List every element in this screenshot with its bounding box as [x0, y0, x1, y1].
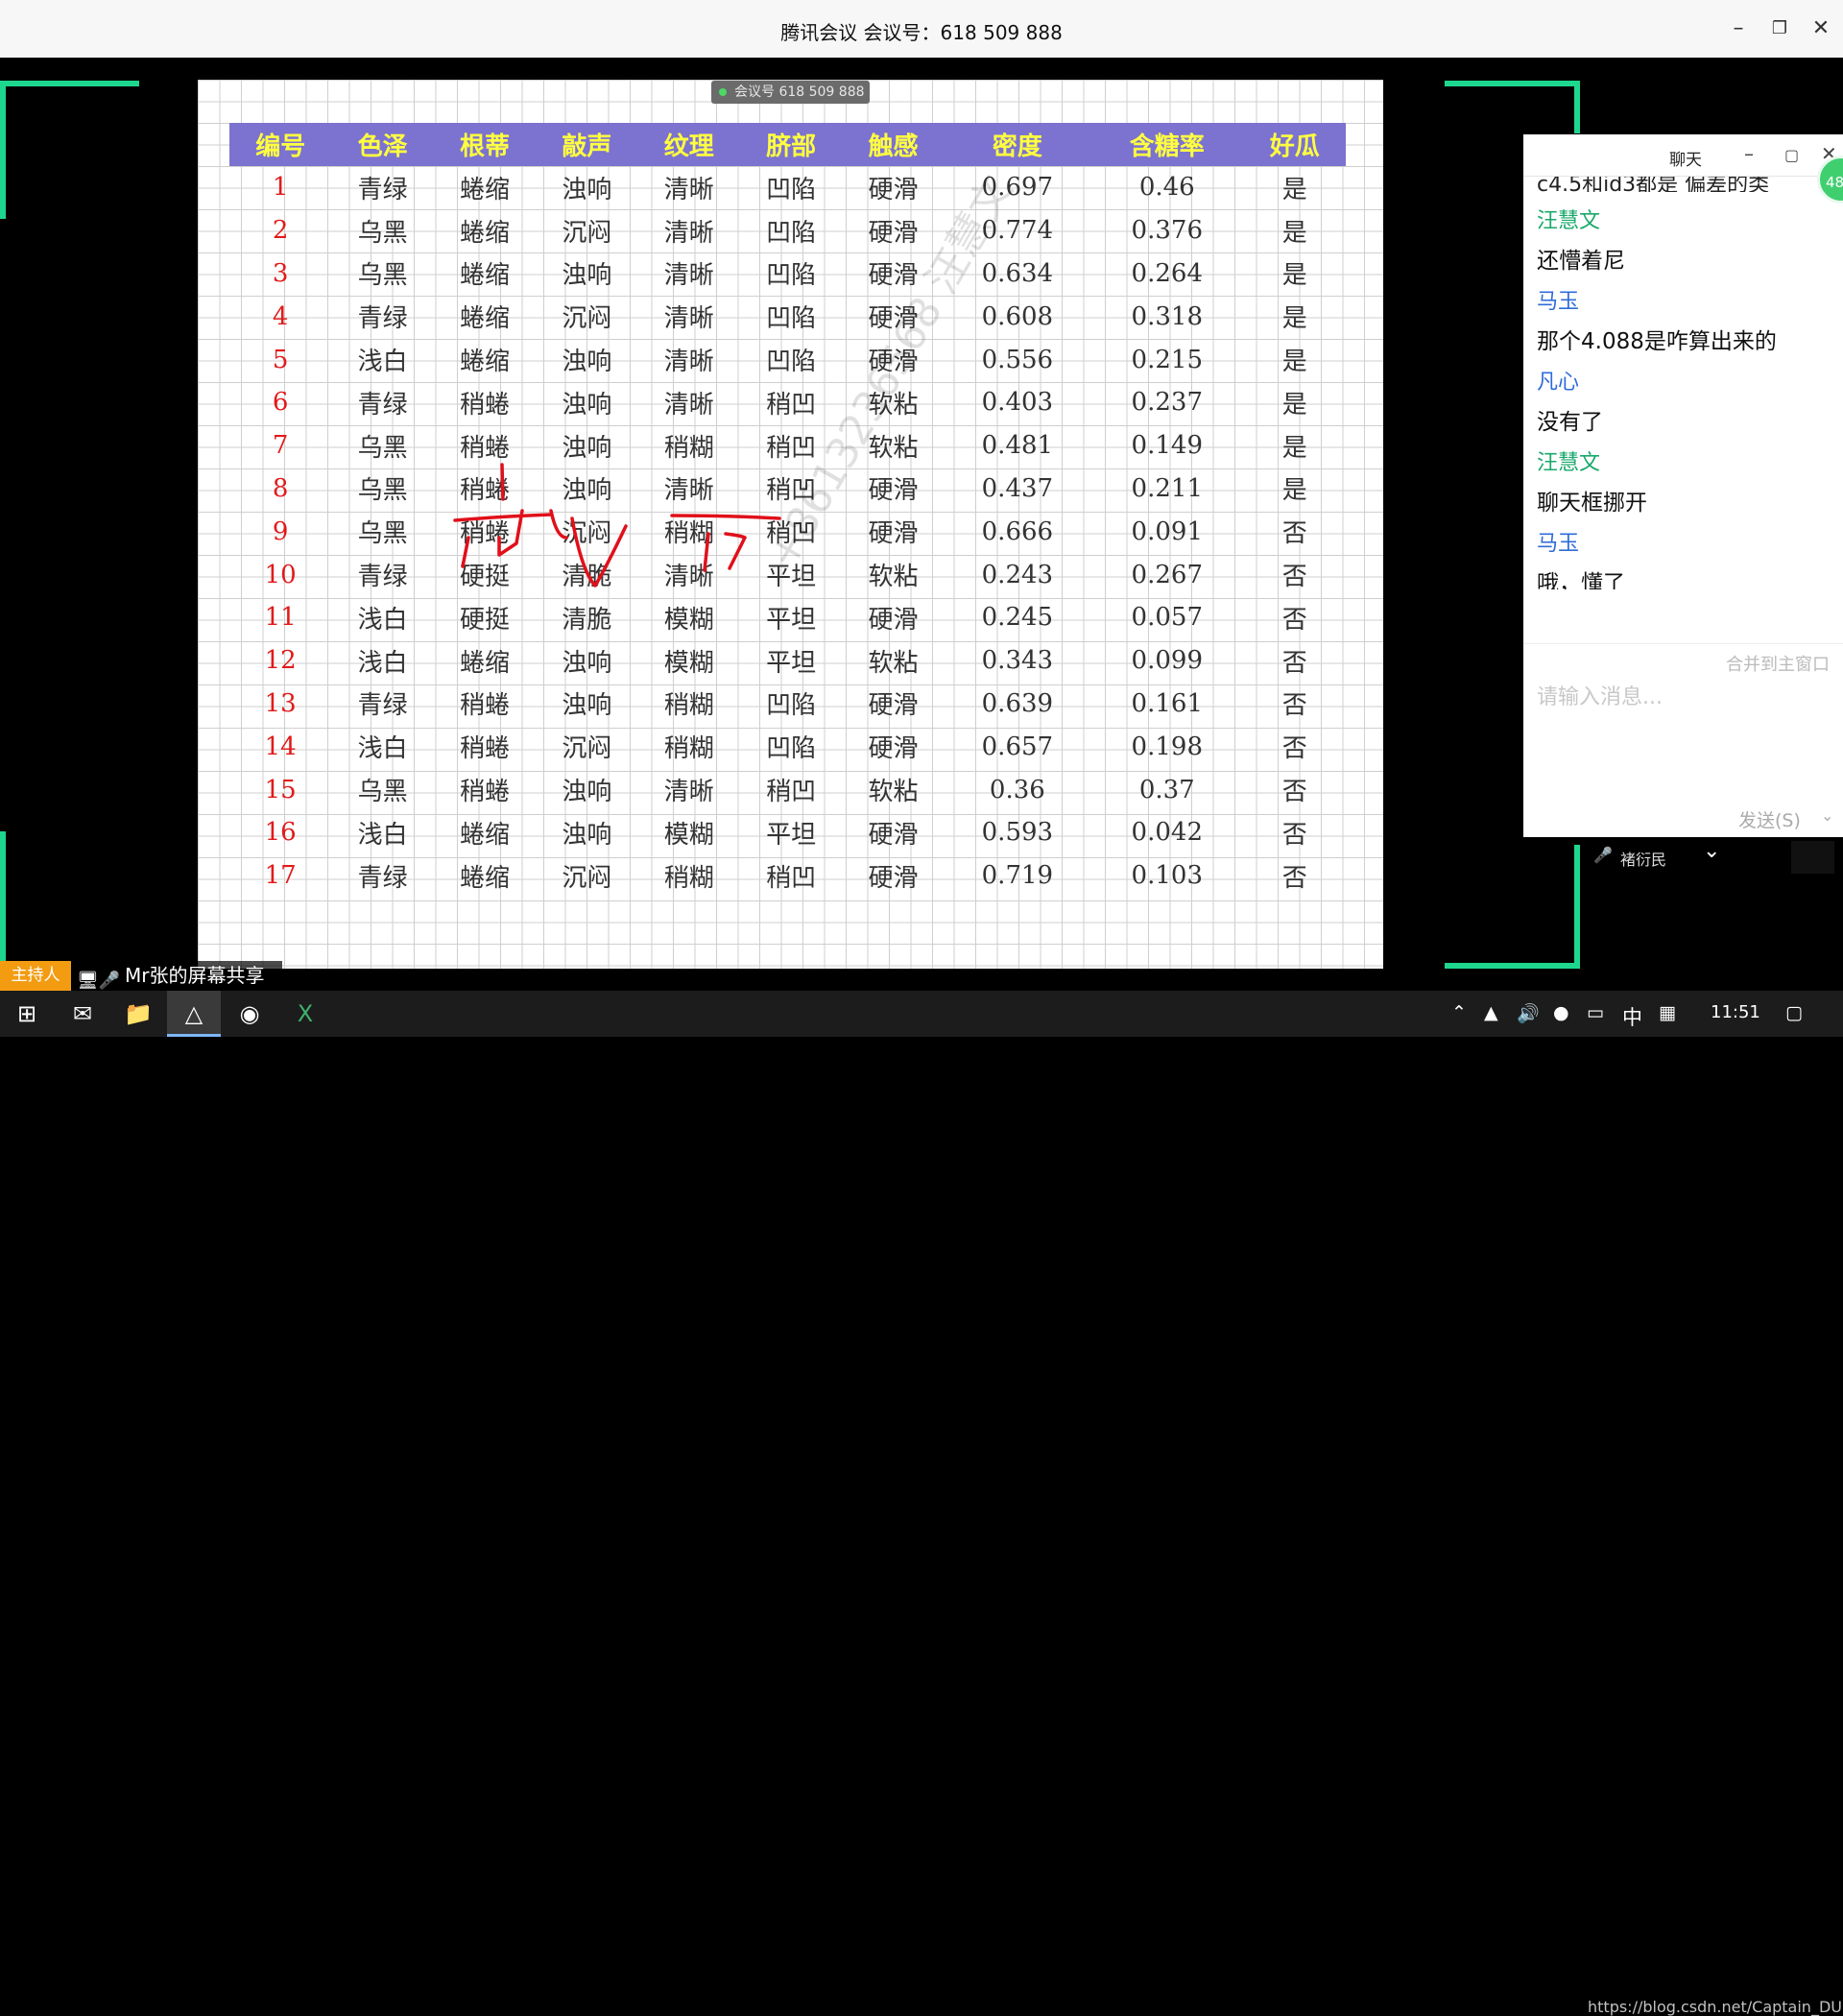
chat-messages[interactable]: c4.5和id3都是 偏差的类 汪慧文 还懵着尼 马玉 那个4.088是咋算出来…	[1537, 177, 1834, 589]
ink-stroke-5	[549, 509, 568, 540]
chat-text: 哦，懂了	[1537, 571, 1625, 589]
chat-sender: 汪慧文	[1537, 451, 1601, 475]
chat-text: 那个4.088是咋算出来的	[1537, 329, 1777, 354]
chat-text: 还懵着尼	[1537, 249, 1625, 274]
chat-minimize-icon[interactable]: –	[1744, 142, 1754, 165]
chat-maximize-icon[interactable]: ▢	[1784, 146, 1799, 164]
ink-stroke-1	[500, 463, 505, 501]
recording-dot-icon	[719, 88, 727, 96]
chat-header: 聊天 – ▢ ✕	[1523, 134, 1843, 177]
tray-expand-icon[interactable]: ⌃	[1451, 1002, 1467, 1023]
chat-panel: 聊天 – ▢ ✕ c4.5和id3都是 偏差的类 汪慧文 还懵着尼 马玉 那个4…	[1523, 134, 1843, 837]
mail-icon[interactable]: ✉	[56, 991, 109, 1037]
send-button[interactable]: 发送(S)	[1738, 806, 1801, 832]
ime-grid-icon[interactable]: ▦	[1659, 1002, 1676, 1023]
tencent-meeting-icon[interactable]: △	[167, 991, 221, 1037]
ime-indicator[interactable]: 中	[1622, 1002, 1642, 1031]
volume-icon[interactable]: 🔊	[1517, 1002, 1540, 1024]
mic-muted-icon: 🎤	[1593, 846, 1613, 864]
file-explorer-icon[interactable]: 📁	[111, 991, 165, 1037]
chat-message-5: 马玉 哦，懂了	[1537, 526, 1834, 589]
screen-share-label: 🖥🎤 Mr张的屏幕共享	[71, 961, 282, 991]
chat-input[interactable]: 请输入消息...	[1537, 680, 1663, 710]
chat-sender: 马玉	[1537, 290, 1580, 314]
chat-divider	[1523, 643, 1843, 644]
chat-app-icon[interactable]: ●	[1553, 1002, 1569, 1023]
meeting-id-pill[interactable]: 会议号 618 509 888	[711, 81, 870, 104]
chat-text: 没有了	[1537, 410, 1603, 435]
speaker-video-tile[interactable]	[1791, 841, 1834, 874]
send-options-chevron-icon[interactable]: ⌄	[1821, 806, 1833, 825]
host-badge: 主持人	[0, 961, 71, 991]
wifi-icon[interactable]: ▲	[1484, 1002, 1498, 1023]
taskbar: ⊞ ✉ 📁 △ ◉ X ⌃ ▲ 🔊 ● ▭ 中 ▦ 11:51 ▢ https:…	[0, 991, 1843, 2016]
chat-sender: 凡心	[1537, 371, 1580, 395]
ink-stroke-3	[461, 536, 470, 568]
chat-text: 聊天框挪开	[1537, 491, 1647, 516]
ink-stroke-8	[703, 532, 710, 572]
speaker-indicator[interactable]: 🎤 褚衍民 ⌄	[1593, 839, 1782, 874]
chat-message-partial: c4.5和id3都是 偏差的类	[1537, 177, 1770, 192]
chat-title: 聊天	[1669, 151, 1702, 170]
ink-stroke-9	[724, 532, 747, 570]
chat-sender: 汪慧文	[1537, 209, 1601, 233]
clock-time[interactable]: 11:51	[1711, 1002, 1760, 1022]
merge-to-main-button[interactable]: 合并到主窗口	[1726, 651, 1830, 676]
speaker-name: 褚衍民	[1620, 851, 1667, 869]
battery-icon[interactable]: ▭	[1587, 1002, 1604, 1023]
chat-message-4: 汪慧文 聊天框挪开	[1537, 445, 1834, 516]
sharer-name: Mr张的屏幕共享	[125, 964, 265, 987]
chat-sender: 马玉	[1537, 532, 1580, 556]
excel-icon[interactable]: X	[278, 991, 332, 1037]
notification-icon[interactable]: ▢	[1785, 1002, 1803, 1023]
ink-stroke-6	[570, 516, 628, 588]
ink-stroke-2	[453, 513, 553, 522]
chat-message-3: 凡心 没有了	[1537, 365, 1834, 435]
chat-message-2: 马玉 那个4.088是咋算出来的	[1537, 284, 1834, 354]
windows-start-icon[interactable]: ⊞	[0, 991, 54, 1037]
ink-stroke-7	[670, 514, 781, 520]
meeting-id-label: 会议号 618 509 888	[734, 84, 865, 100]
chevron-down-icon[interactable]: ⌄	[1703, 839, 1720, 863]
chrome-icon[interactable]: ◉	[223, 991, 276, 1037]
chat-message-1: 汪慧文 还懵着尼	[1537, 204, 1834, 274]
source-url-watermark: https://blog.csdn.net/Captain_DUDU	[1588, 1998, 1843, 2016]
